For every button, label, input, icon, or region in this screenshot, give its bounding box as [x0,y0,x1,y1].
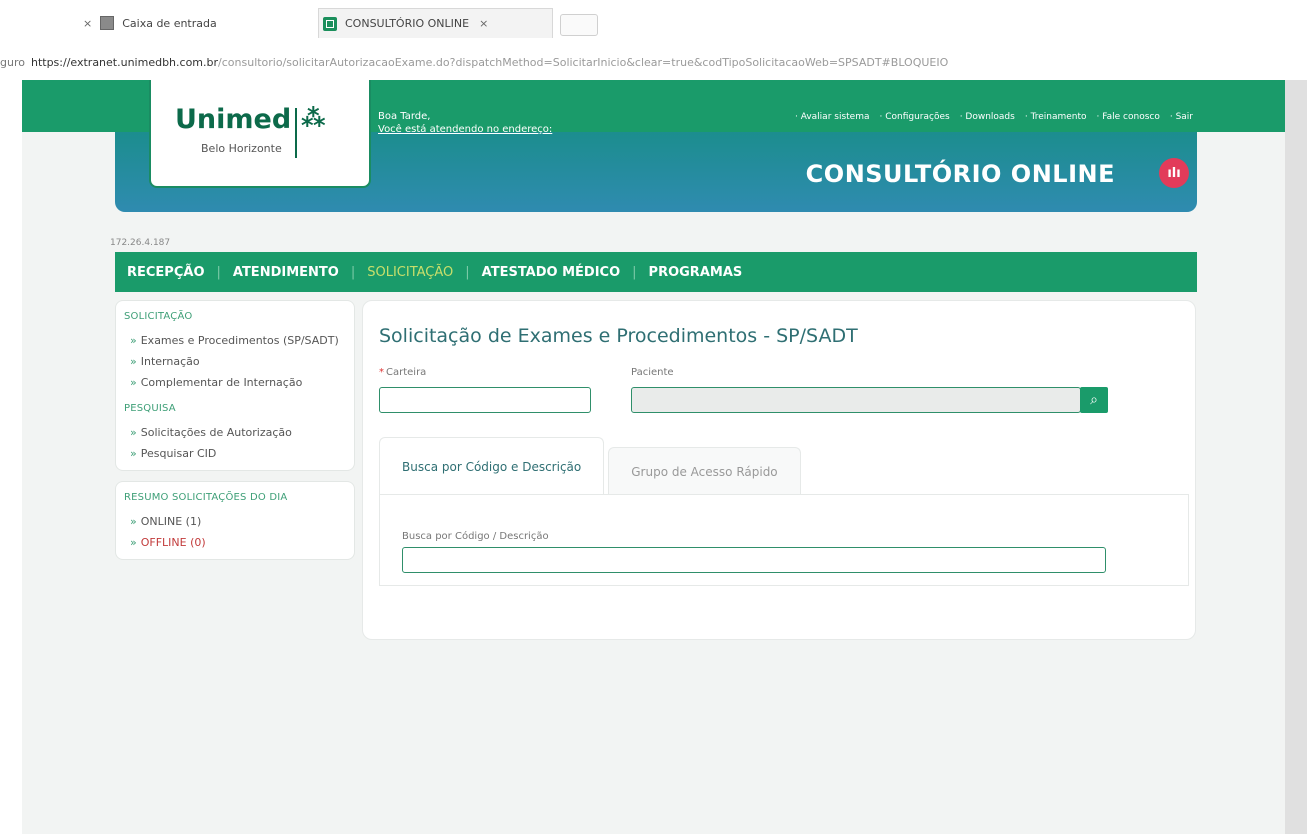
logo-divider [295,108,297,158]
sidebar-item-label: Complementar de Internação [140,376,303,389]
address-bar[interactable]: guro https://extranet.unimedbh.com.br /c… [0,44,1307,80]
busca-input[interactable] [402,547,1106,573]
nav-atendimento[interactable]: ATENDIMENTO [233,265,339,280]
url-path: /consultorio/solicitarAutorizacaoExame.d… [218,55,949,69]
main-nav: RECEPÇÃO | ATENDIMENTO | SOLICITAÇÃO | A… [115,252,1197,292]
page-right-margin [1285,80,1307,834]
sidebar-heading: PESQUISA [124,403,176,414]
sidebar-heading: RESUMO SOLICITAÇÕES DO DIA [124,492,288,503]
tab-grupo-acesso[interactable]: Grupo de Acesso Rápido [608,447,801,495]
nav-separator: | [465,264,470,280]
sidebar-item-label: ONLINE (1) [140,515,202,528]
sidebar-item-complementar[interactable]: » Complementar de Internação [116,372,354,393]
url-host: https://extranet.unimedbh.com.br [30,55,219,69]
sidebar-solicitacao: SOLICITAÇÃO » Exames e Procedimentos (SP… [115,300,355,471]
link-downloads[interactable]: · Downloads [960,112,1015,122]
close-icon[interactable]: × [83,17,92,30]
logo-name: Unimed [175,104,292,135]
mail-icon [100,16,115,30]
browser-tab-inbox[interactable]: × Caixa de entrada [83,8,313,38]
page-left-margin [0,80,22,834]
browser-tab-label: CONSULTÓRIO ONLINE [345,17,470,30]
header-band-right [1197,80,1287,132]
nav-separator: | [350,264,356,280]
sidebar-item-exames[interactable]: » Exames e Procedimentos (SP/SADT) [116,330,354,351]
close-icon[interactable]: × [479,17,488,30]
sidebar-resumo: RESUMO SOLICITAÇÕES DO DIA » ONLINE (1) … [115,481,355,560]
consultorio-favicon-icon [323,16,337,31]
sidebar-item-label: Exames e Procedimentos (SP/SADT) [140,334,339,347]
top-links: · Avaliar sistema · Configurações · Down… [795,112,1193,122]
nav-separator: | [216,264,221,280]
page-content: Unimed ⁂ Belo Horizonte Boa Tarde, Você … [22,80,1307,834]
app-title: CONSULTÓRIO ONLINE [805,160,1115,188]
page-title: Solicitação de Exames e Procedimentos - … [379,325,858,347]
sidebar-heading: SOLICITAÇÃO [124,311,193,322]
ip-address: 172.26.4.187 [110,238,171,248]
main-content: Solicitação de Exames e Procedimentos - … [362,300,1196,640]
sidebar-item-label: Pesquisar CID [140,447,217,460]
sidebar-item-label: OFFLINE (0) [140,536,206,549]
link-treinamento[interactable]: · Treinamento [1025,112,1087,122]
tab-busca-codigo[interactable]: Busca por Código e Descrição [379,437,605,495]
required-marker: * [379,367,384,378]
new-tab-button[interactable] [560,14,598,36]
browser-tab-label: Caixa de entrada [122,16,217,30]
nav-atestado-medico[interactable]: ATESTADO MÉDICO [482,265,621,280]
chart-badge-icon[interactable]: ılı [1159,158,1189,188]
sidebar-item-label: Internação [140,355,200,368]
url-prefix: guro [0,55,25,69]
search-tabs: Busca por Código e Descrição Grupo de Ac… [379,437,801,495]
greeting-address-link[interactable]: Você está atendendo no endereço: [378,123,552,136]
unimed-logo[interactable]: Unimed ⁂ Belo Horizonte [149,80,371,188]
nav-solicitacao[interactable]: SOLICITAÇÃO [367,265,453,280]
tab-panel: Busca por Código / Descrição [379,494,1189,586]
nav-recepcao[interactable]: RECEPÇÃO [127,265,205,280]
sidebar-item-label: Solicitações de Autorização [140,426,292,439]
sidebar-item-pesquisar-cid[interactable]: » Pesquisar CID [116,443,354,464]
link-avaliar-sistema[interactable]: · Avaliar sistema [795,112,870,122]
unimed-mark-icon: ⁂ [301,104,326,132]
site-header: Unimed ⁂ Belo Horizonte Boa Tarde, Você … [115,80,1197,212]
greeting-line: Boa Tarde, [378,111,431,122]
greeting: Boa Tarde, Você está atendendo no endere… [378,110,552,136]
link-sair[interactable]: · Sair [1170,112,1193,122]
sidebar-item-solicitacoes-autorizacao[interactable]: » Solicitações de Autorização [116,422,354,443]
link-fale-conosco[interactable]: · Fale conosco [1097,112,1160,122]
sidebar-item-offline[interactable]: » OFFLINE (0) [116,532,354,553]
sidebar-item-online[interactable]: » ONLINE (1) [116,511,354,532]
search-icon[interactable]: ⌕ [1080,387,1108,413]
carteira-label: * Carteira [379,367,427,378]
paciente-label: Paciente [631,367,674,378]
logo-subtitle: Belo Horizonte [201,142,282,155]
link-configuracoes[interactable]: · Configurações [879,112,949,122]
nav-separator: | [632,264,637,280]
paciente-input[interactable] [631,387,1081,413]
sidebar-item-internacao[interactable]: » Internação [116,351,354,372]
carteira-input[interactable] [379,387,591,413]
sidebar: SOLICITAÇÃO » Exames e Procedimentos (SP… [115,300,355,570]
browser-tabbar: × Caixa de entrada CONSULTÓRIO ONLINE × [0,0,1307,44]
busca-label: Busca por Código / Descrição [402,531,549,542]
browser-tab-consultorio[interactable]: CONSULTÓRIO ONLINE × [318,8,553,38]
nav-programas[interactable]: PROGRAMAS [649,265,743,280]
